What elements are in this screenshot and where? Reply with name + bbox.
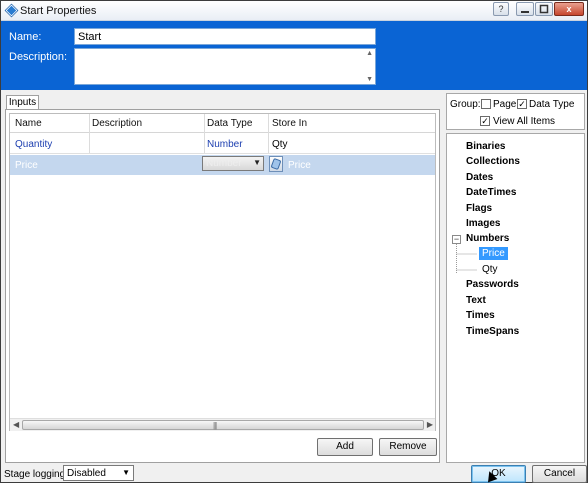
row-store-in[interactable]: Qty bbox=[272, 139, 288, 150]
name-field[interactable] bbox=[74, 28, 376, 45]
tree-item-numbers[interactable]: Numbers bbox=[466, 233, 509, 244]
tree-item-binaries[interactable]: Binaries bbox=[466, 141, 505, 152]
group-options: Group: Page ✓ Data Type ✓ View All Items bbox=[446, 93, 585, 130]
tree-item-dates[interactable]: Dates bbox=[466, 172, 493, 183]
description-field[interactable]: ▲ ▼ bbox=[74, 48, 376, 85]
scroll-left-icon[interactable]: ◀ bbox=[13, 420, 19, 429]
scrollbar-thumb[interactable]: ||| bbox=[22, 420, 424, 430]
start-properties-dialog: Start Properties ? x Name: Description: … bbox=[0, 0, 588, 483]
scroll-down-icon[interactable]: ▼ bbox=[366, 76, 373, 83]
name-label: Name: bbox=[9, 31, 42, 43]
tree-item-collections[interactable]: Collections bbox=[466, 156, 520, 167]
close-button[interactable]: x bbox=[554, 2, 584, 16]
app-icon bbox=[5, 4, 18, 17]
group-data-type-checkbox[interactable]: ✓ bbox=[517, 99, 527, 109]
stage-logging-dropdown[interactable]: Disabled ▼ bbox=[63, 465, 134, 481]
minimize-icon bbox=[521, 11, 529, 13]
tree-item-flags[interactable]: Flags bbox=[466, 203, 492, 214]
properties-header: Name: Description: ▲ ▼ bbox=[1, 21, 587, 90]
tree-item-timespans[interactable]: TimeSpans bbox=[466, 326, 519, 337]
inputs-grid: Name Description Data Type Store In Quan… bbox=[9, 113, 436, 431]
cancel-button[interactable]: Cancel bbox=[532, 465, 587, 483]
ok-button[interactable]: OK bbox=[471, 465, 526, 483]
data-items-tree: Binaries Collections Dates DateTimes Fla… bbox=[446, 133, 585, 463]
tree-item-datetimes[interactable]: DateTimes bbox=[466, 187, 516, 198]
description-label: Description: bbox=[9, 51, 68, 63]
horizontal-scrollbar[interactable]: ◀ ||| ▶ bbox=[10, 418, 435, 431]
group-page-label[interactable]: Page bbox=[493, 99, 516, 110]
grip-icon: ||| bbox=[213, 421, 217, 430]
tree-item-qty[interactable]: Qty bbox=[482, 264, 498, 275]
view-all-items-checkbox[interactable]: ✓ bbox=[480, 116, 490, 126]
chevron-down-icon: ▼ bbox=[122, 468, 130, 477]
scroll-right-icon[interactable]: ▶ bbox=[427, 420, 433, 429]
tab-inputs[interactable]: Inputs bbox=[6, 95, 39, 110]
window-title: Start Properties bbox=[20, 5, 97, 17]
column-header-store-in[interactable]: Store In bbox=[272, 118, 307, 129]
group-data-type-label[interactable]: Data Type bbox=[529, 99, 574, 110]
tree-item-passwords[interactable]: Passwords bbox=[466, 279, 519, 290]
grid-header: Name Description Data Type Store In bbox=[10, 114, 435, 133]
data-type-value: Number bbox=[206, 158, 242, 169]
title-bar: Start Properties ? x bbox=[1, 1, 587, 21]
view-all-items-label[interactable]: View All Items bbox=[493, 116, 555, 127]
minimize-button[interactable] bbox=[516, 2, 534, 16]
add-button[interactable]: Add bbox=[317, 438, 373, 456]
inputs-panel: Name Description Data Type Store In Quan… bbox=[5, 109, 440, 463]
data-item-icon bbox=[270, 157, 282, 171]
column-header-data-type[interactable]: Data Type bbox=[207, 118, 252, 129]
column-header-name[interactable]: Name bbox=[15, 118, 42, 129]
tree-item-times[interactable]: Times bbox=[466, 310, 495, 321]
maximize-icon bbox=[539, 4, 549, 14]
tree-item-text[interactable]: Text bbox=[466, 295, 486, 306]
group-label: Group: bbox=[450, 99, 481, 110]
group-page-checkbox[interactable] bbox=[481, 99, 491, 109]
stage-logging-value: Disabled bbox=[67, 468, 106, 479]
row-data-type[interactable]: Number bbox=[207, 139, 243, 150]
column-header-description[interactable]: Description bbox=[92, 118, 142, 129]
stage-logging-label: Stage logging: bbox=[4, 469, 68, 480]
chevron-down-icon: ▼ bbox=[253, 158, 261, 167]
table-row-selected[interactable]: Price Number ▼ Price bbox=[10, 155, 435, 175]
scroll-up-icon[interactable]: ▲ bbox=[366, 50, 373, 57]
table-row[interactable]: Quantity Number Qty bbox=[10, 134, 435, 154]
data-type-dropdown[interactable]: Number ▼ bbox=[202, 156, 264, 171]
row-store-in[interactable]: Price bbox=[288, 160, 311, 171]
tree-item-price[interactable]: Price bbox=[479, 247, 508, 260]
tree-item-images[interactable]: Images bbox=[466, 218, 500, 229]
row-name[interactable]: Price bbox=[15, 160, 38, 171]
data-item-picker-button[interactable] bbox=[269, 156, 283, 172]
maximize-button[interactable] bbox=[535, 2, 553, 16]
collapse-icon[interactable]: − bbox=[452, 235, 461, 244]
help-button[interactable]: ? bbox=[493, 2, 509, 16]
remove-button[interactable]: Remove bbox=[379, 438, 437, 456]
row-name[interactable]: Quantity bbox=[15, 139, 52, 150]
